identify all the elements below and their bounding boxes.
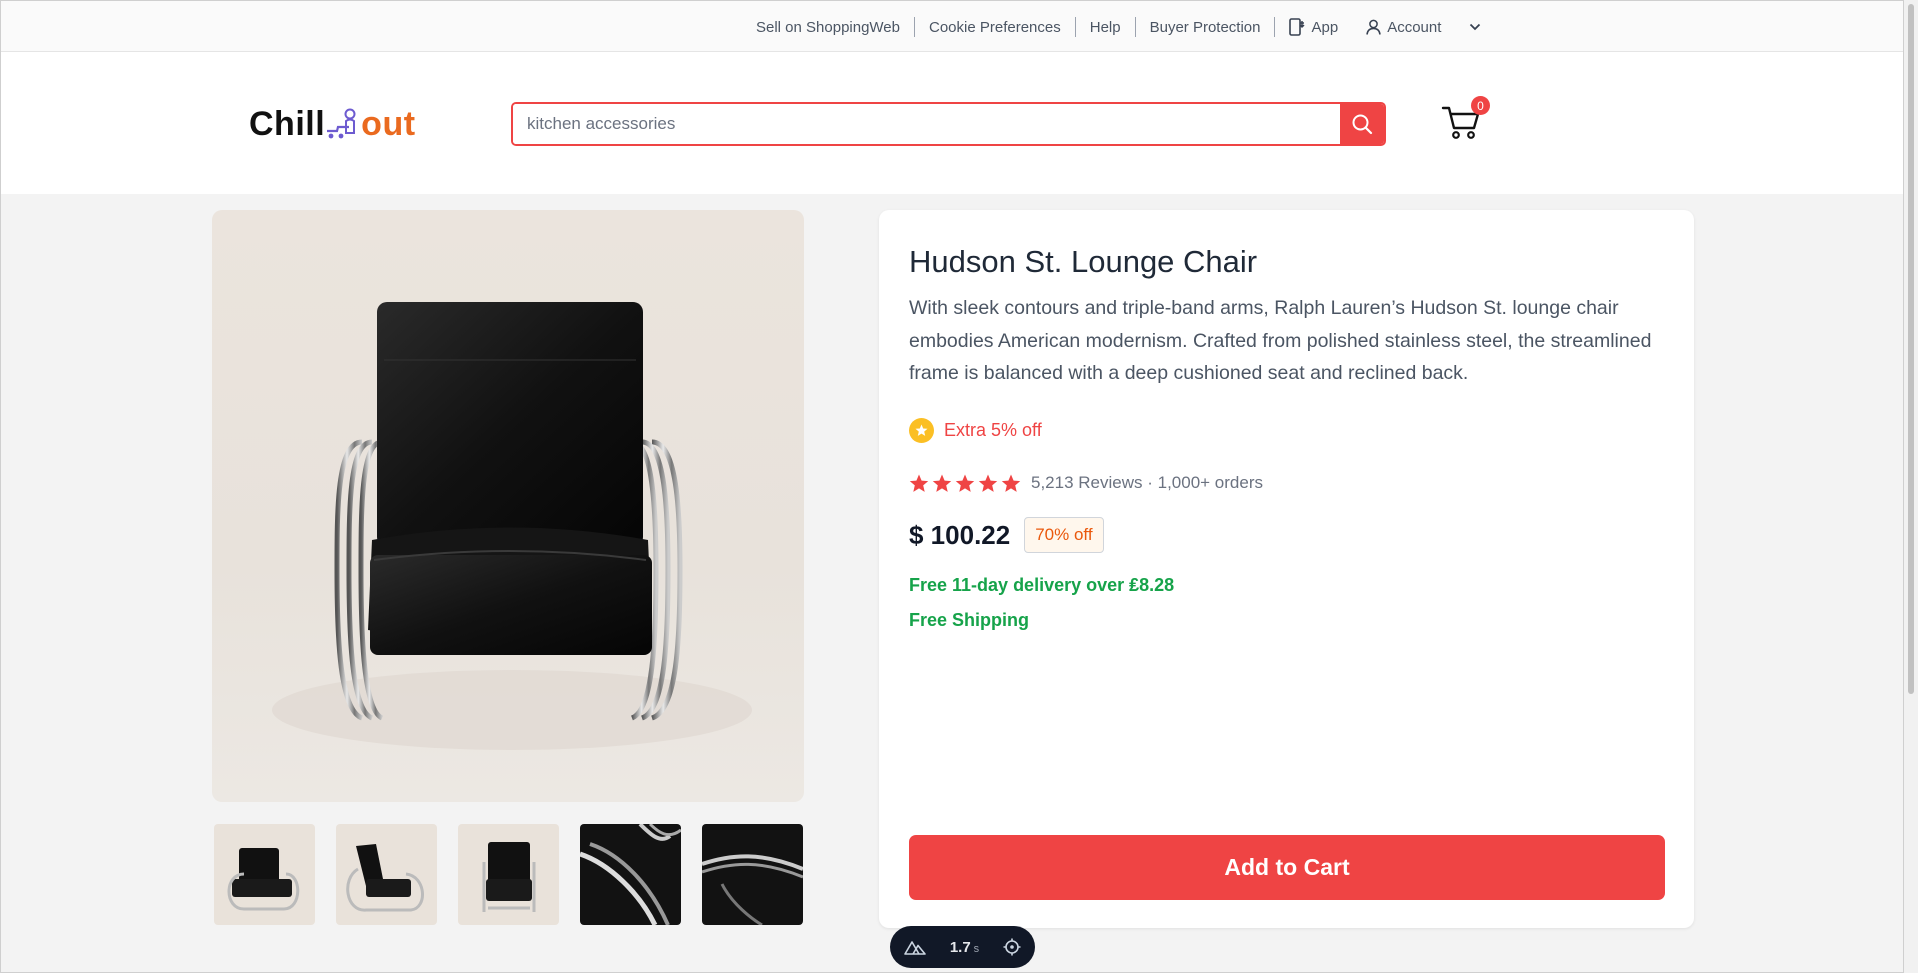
app-download-icon (1289, 18, 1306, 36)
add-to-cart-button[interactable]: Add to Cart (909, 835, 1665, 900)
discount-badge: 70% off (1024, 517, 1104, 553)
nav-divider (1134, 17, 1136, 37)
star-rating (909, 474, 1021, 493)
chair-detail-thumbnail-image (702, 854, 803, 925)
account-link-label: Account (1387, 18, 1442, 36)
crosshair-icon[interactable] (1003, 938, 1021, 956)
extra-discount-promo: Extra 5% off (909, 418, 1042, 443)
load-time-unit: s (973, 942, 980, 955)
product-page: Hudson St. Lounge Chair With sleek conto… (1, 194, 1903, 972)
browser-viewport: Sell on ShoppingWeb Cookie Preferences H… (0, 0, 1904, 973)
nav-divider (1274, 17, 1276, 37)
product-description: With sleek contours and triple-band arms… (909, 297, 1652, 384)
buyer-protection-link[interactable]: Buyer Protection (1150, 19, 1261, 36)
chair-thumbnail-image (227, 848, 300, 911)
star-icon (909, 474, 929, 492)
product-price: $ 100.22 (909, 519, 1011, 550)
logo-text-out: out (361, 104, 416, 143)
account-link[interactable]: Account (1366, 19, 1441, 36)
app-link[interactable]: App (1289, 18, 1338, 36)
site-header: Chill out 0 (1, 52, 1903, 194)
thumbnail-arm-detail[interactable] (580, 824, 681, 925)
chevron-down-icon (1470, 23, 1481, 31)
chair-thumbnail-image (482, 842, 536, 912)
search-bar (511, 102, 1386, 146)
promo-label: Extra 5% off (944, 420, 1042, 440)
cart-button[interactable]: 0 (1441, 96, 1491, 140)
sell-link[interactable]: Sell on ShoppingWeb (756, 19, 900, 36)
chair-detail-thumbnail-image (580, 824, 681, 925)
search-input[interactable] (513, 104, 1340, 144)
dev-tools-bar[interactable]: 1.7 s (890, 926, 1035, 968)
user-icon (1366, 19, 1381, 35)
star-icon (1001, 474, 1021, 492)
thumbnail-gallery (214, 824, 803, 925)
page-scrollbar[interactable] (1904, 0, 1918, 973)
account-dropdown-toggle[interactable] (1469, 23, 1481, 31)
price-row: $ 100.22 70% off (909, 517, 1104, 553)
top-nav: Sell on ShoppingWeb Cookie Preferences H… (756, 17, 1481, 37)
thumbnail-chair-side[interactable] (336, 824, 437, 925)
product-main-image (212, 210, 804, 802)
cart-count-badge: 0 (1471, 96, 1490, 115)
thumbnail-chair-angle[interactable] (214, 824, 315, 925)
help-link[interactable]: Help (1090, 19, 1121, 36)
thumbnail-arm-closeup[interactable] (702, 824, 803, 925)
search-icon (1352, 114, 1373, 135)
nav-divider (914, 17, 915, 37)
nuxt-logo-icon (904, 941, 926, 955)
star-icon (955, 474, 975, 492)
thumbnail-chair-front[interactable] (458, 824, 559, 925)
cookie-preferences-link[interactable]: Cookie Preferences (929, 19, 1061, 36)
star-coin-icon (909, 418, 934, 443)
product-title: Hudson St. Lounge Chair (909, 244, 1258, 279)
scrollbar-thumb[interactable] (1908, 4, 1914, 694)
chair-thumbnail-image (346, 844, 424, 912)
lounge-chair-image (272, 302, 752, 750)
logo-text-chill: Chill (249, 104, 326, 143)
search-button[interactable] (1340, 104, 1384, 144)
site-logo[interactable]: Chill out (249, 104, 416, 144)
star-icon (978, 474, 998, 492)
app-link-label: App (1311, 18, 1339, 36)
shipping-info: Free Shipping (909, 610, 1030, 630)
logo-mark-icon (327, 108, 356, 139)
product-info-panel: Hudson St. Lounge Chair With sleek conto… (879, 210, 1694, 928)
rating-summary: 5,213 Reviews · 1,000+ orders (909, 473, 1263, 493)
reviews-and-orders[interactable]: 5,213 Reviews · 1,000+ orders (1031, 473, 1263, 493)
star-icon (932, 474, 952, 492)
load-time-value: 1.7 (949, 938, 971, 956)
load-time: 1.7 s (950, 939, 979, 956)
nav-divider (1074, 17, 1076, 37)
top-utility-bar: Sell on ShoppingWeb Cookie Preferences H… (1, 1, 1903, 52)
delivery-info: Free 11-day delivery over ₤8.28 (909, 575, 1175, 595)
